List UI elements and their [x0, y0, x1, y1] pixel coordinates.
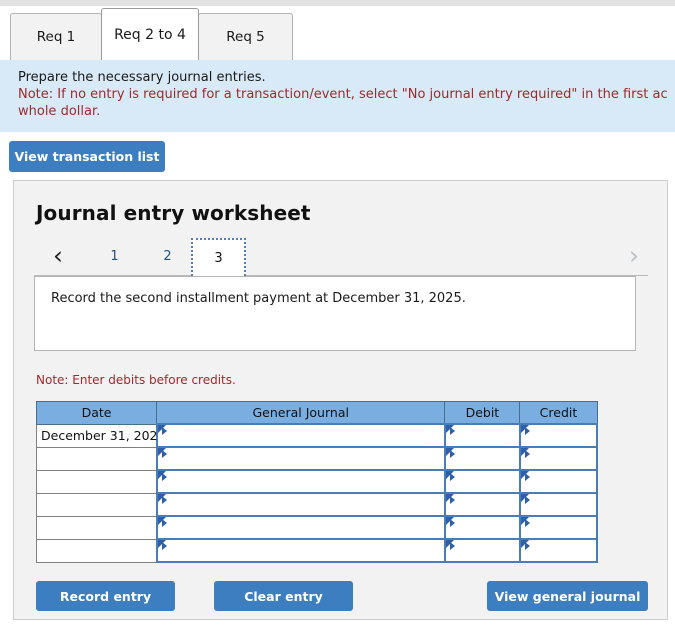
- cell-debit[interactable]: [443, 469, 521, 494]
- cell-credit[interactable]: [518, 423, 599, 448]
- tab-req-5[interactable]: Req 5: [198, 13, 293, 60]
- dropdown-arrow-icon: [524, 519, 530, 527]
- table-row: [35, 446, 599, 471]
- dropdown-arrow-icon: [524, 542, 530, 550]
- column-header-general-journal: General Journal: [156, 401, 446, 425]
- dropdown-arrow-icon: [161, 473, 167, 481]
- record-entry-button[interactable]: Record entry: [36, 581, 175, 611]
- tab-req-2-to-4-label: Req 2 to 4: [114, 26, 186, 43]
- dropdown-arrow-icon: [524, 473, 530, 481]
- cell-date[interactable]: December 31, 2025: [35, 423, 165, 448]
- column-header-date: Date: [35, 401, 158, 425]
- cell-date[interactable]: [35, 538, 158, 563]
- tab-req-5-label: Req 5: [226, 29, 265, 45]
- cell-debit[interactable]: [443, 515, 521, 540]
- cell-general-journal[interactable]: [155, 492, 446, 517]
- journal-entry-worksheet-panel: Journal entry worksheet ‹ 1 2 3 › Record…: [13, 180, 668, 620]
- transaction-description-text: Record the second installment payment at…: [51, 291, 466, 306]
- cell-credit[interactable]: [518, 538, 599, 563]
- cell-general-journal[interactable]: [155, 423, 446, 448]
- cell-general-journal[interactable]: [155, 469, 446, 494]
- table-row: [35, 538, 599, 563]
- chevron-left-icon[interactable]: ‹: [44, 238, 72, 272]
- table-row: [35, 515, 599, 540]
- cell-date[interactable]: [35, 446, 158, 471]
- cell-general-journal[interactable]: [155, 446, 446, 471]
- worksheet-pager: ‹ 1 2 3 ›: [34, 238, 648, 276]
- cell-credit[interactable]: [518, 515, 599, 540]
- cell-debit[interactable]: [443, 492, 521, 517]
- dropdown-arrow-icon: [161, 519, 167, 527]
- pager-page-3[interactable]: 3: [191, 238, 246, 276]
- dropdown-arrow-icon: [449, 450, 455, 458]
- tab-req-1[interactable]: Req 1: [10, 13, 102, 60]
- pager-page-2[interactable]: 2: [140, 238, 195, 274]
- dropdown-arrow-icon: [449, 496, 455, 504]
- cell-date[interactable]: [35, 469, 158, 494]
- instructions-primary-text: Prepare the necessary journal entries.: [18, 70, 266, 85]
- pager-page-1-label: 1: [110, 248, 119, 264]
- instructions-banner: Prepare the necessary journal entries. N…: [0, 60, 675, 132]
- column-header-debit: Debit: [444, 401, 521, 425]
- cell-debit[interactable]: [443, 423, 521, 448]
- cell-date[interactable]: [35, 492, 158, 517]
- cell-general-journal[interactable]: [155, 538, 446, 563]
- table-row: [35, 469, 599, 494]
- dropdown-arrow-icon: [524, 450, 530, 458]
- cell-general-journal[interactable]: [155, 515, 446, 540]
- tab-bar: Req 1 Req 2 to 4 Req 5: [0, 6, 675, 60]
- table-row: [35, 492, 599, 517]
- dropdown-arrow-icon: [524, 427, 530, 435]
- dropdown-arrow-icon: [449, 473, 455, 481]
- dropdown-arrow-icon: [161, 542, 167, 550]
- instructions-note-line-2: whole dollar.: [18, 104, 101, 119]
- dropdown-arrow-icon: [449, 519, 455, 527]
- table-row: December 31, 2025: [35, 423, 599, 448]
- chevron-right-icon[interactable]: ›: [620, 238, 648, 272]
- dropdown-arrow-icon: [524, 496, 530, 504]
- tab-req-2-to-4[interactable]: Req 2 to 4: [101, 8, 199, 60]
- cell-debit[interactable]: [443, 446, 521, 471]
- pager-page-1[interactable]: 1: [87, 238, 142, 274]
- transaction-description-box: Record the second installment payment at…: [34, 276, 636, 351]
- table-header-row: Date General Journal Debit Credit: [35, 401, 598, 425]
- cell-credit[interactable]: [518, 446, 599, 471]
- view-general-journal-button[interactable]: View general journal: [487, 581, 648, 611]
- clear-entry-button[interactable]: Clear entry: [214, 581, 353, 611]
- page-title: Journal entry worksheet: [36, 201, 311, 225]
- dropdown-arrow-icon: [449, 427, 455, 435]
- pager-page-3-label: 3: [214, 250, 223, 266]
- dropdown-arrow-icon: [161, 450, 167, 458]
- cell-date[interactable]: [35, 515, 158, 540]
- dropdown-arrow-icon: [161, 496, 167, 504]
- cell-credit[interactable]: [518, 492, 599, 517]
- dropdown-arrow-icon: [161, 427, 167, 435]
- tab-req-1-label: Req 1: [36, 29, 76, 45]
- pager-page-2-label: 2: [163, 248, 172, 264]
- cell-debit[interactable]: [443, 538, 521, 563]
- instructions-note-line-1: Note: If no entry is required for a tran…: [18, 87, 668, 102]
- cell-credit[interactable]: [518, 469, 599, 494]
- debits-before-credits-note: Note: Enter debits before credits.: [36, 373, 236, 387]
- column-header-credit: Credit: [519, 401, 598, 425]
- journal-entry-table: Date General Journal Debit Credit Decemb…: [35, 401, 599, 563]
- dropdown-arrow-icon: [449, 542, 455, 550]
- view-transaction-list-button[interactable]: View transaction list: [9, 141, 165, 172]
